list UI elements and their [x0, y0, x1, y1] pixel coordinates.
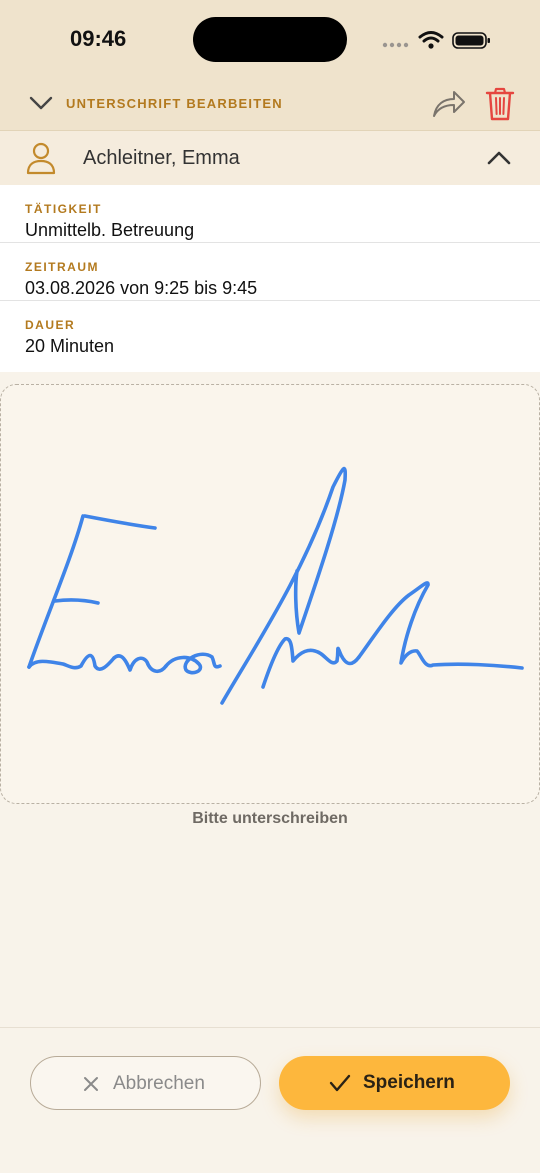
page-title: UNTERSCHRIFT BEARBEITEN: [66, 96, 283, 111]
wifi-icon: [418, 31, 444, 49]
info-value: Unmittelb. Betreuung: [25, 220, 195, 240]
info-label: DAUER: [25, 318, 76, 332]
chevron-up-icon[interactable]: [486, 148, 512, 168]
info-item-duration: DAUER 20 Minuten: [0, 301, 540, 359]
person-name: Achleitner, Emma: [83, 147, 240, 169]
footer-divider: [0, 1027, 540, 1028]
save-label: Speichern: [363, 1072, 455, 1093]
signature-hint: Bitte unterschreiben: [192, 810, 348, 827]
save-button[interactable]: Speichern: [279, 1056, 510, 1110]
cancel-label: Abbrechen: [113, 1073, 205, 1094]
info-item-activity: TÄTIGKEIT Unmittelb. Betreuung: [0, 185, 540, 243]
cancel-button[interactable]: Abbrechen: [30, 1056, 261, 1110]
info-list: TÄTIGKEIT Unmittelb. Betreuung ZEITRAUM …: [0, 185, 540, 372]
dynamic-island: [193, 17, 347, 62]
share-icon[interactable]: [430, 88, 466, 120]
status-time: 09:46: [70, 26, 127, 51]
info-label: TÄTIGKEIT: [25, 202, 102, 216]
top-bar: 09:46 UNTERSCHRIFT BEARBEITEN: [0, 0, 540, 131]
checkmark-icon: [329, 1074, 351, 1092]
close-icon: [84, 1077, 98, 1091]
info-item-period: ZEITRAUM 03.08.2026 von 9:25 bis 9:45: [0, 243, 540, 301]
chevron-down-icon[interactable]: [28, 92, 54, 114]
person-row[interactable]: Achleitner, Emma: [0, 131, 540, 185]
person-icon: [26, 142, 56, 175]
signature-stroke: [27, 467, 524, 705]
trash-icon[interactable]: [484, 86, 516, 122]
header: UNTERSCHRIFT BEARBEITEN: [0, 80, 540, 130]
cellular-signal-icon: [382, 42, 409, 48]
info-value: 03.08.2026 von 9:25 bis 9:45: [25, 278, 258, 298]
status-bar: 09:46: [0, 0, 540, 80]
info-label: ZEITRAUM: [25, 260, 99, 274]
battery-icon: [452, 32, 490, 49]
info-value: 20 Minuten: [25, 336, 115, 356]
signature-pad[interactable]: [0, 384, 540, 804]
